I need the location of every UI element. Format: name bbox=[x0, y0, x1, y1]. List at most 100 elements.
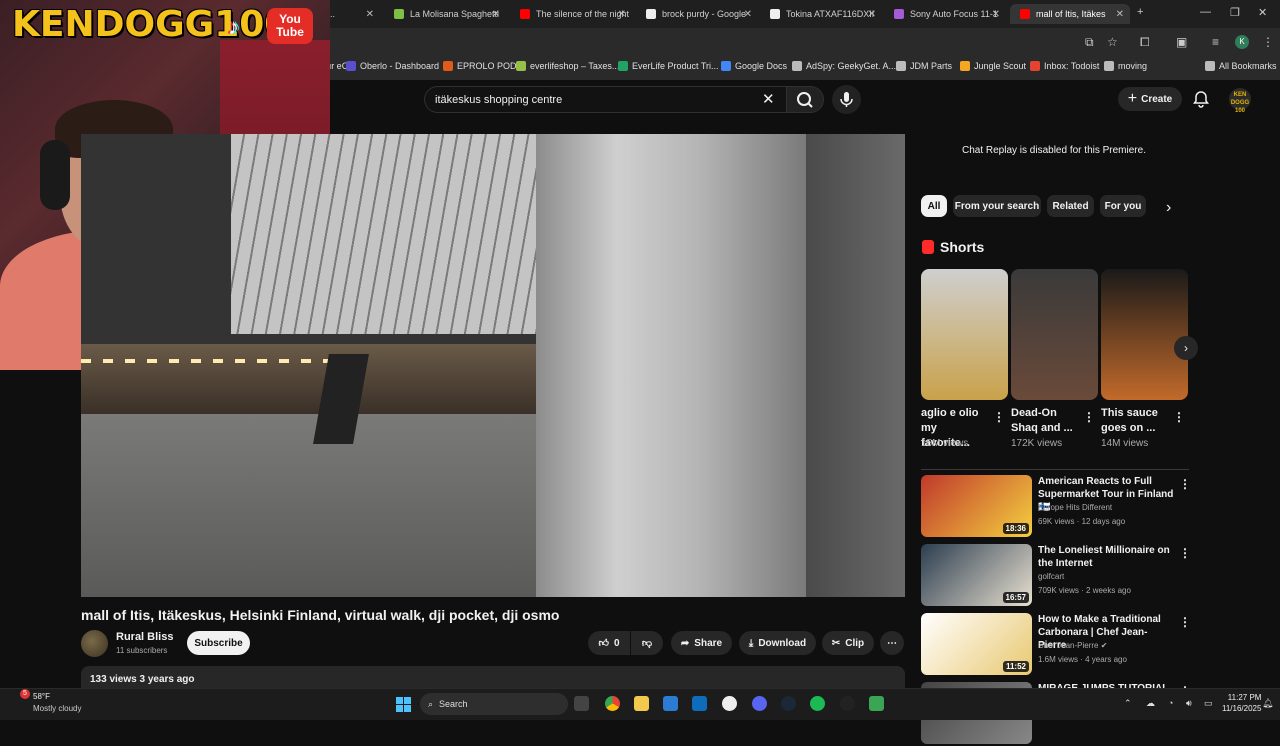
store-icon[interactable] bbox=[663, 696, 678, 711]
more-menu-icon[interactable]: ⋮ bbox=[1262, 35, 1274, 49]
tray-overflow-icon[interactable]: ⌃ bbox=[1124, 698, 1132, 709]
clip-button[interactable]: ✂ Clip bbox=[822, 631, 874, 655]
battery-icon[interactable]: ▭ bbox=[1204, 698, 1213, 709]
filter-chip[interactable]: Related bbox=[1047, 195, 1094, 217]
close-window-icon[interactable]: ✕ bbox=[1258, 6, 1267, 19]
maximize-icon[interactable]: ❐ bbox=[1230, 6, 1240, 19]
recommended-channel[interactable]: Europe Hits Different bbox=[1038, 503, 1112, 512]
recommended-thumbnail[interactable]: 16:57 bbox=[921, 544, 1032, 606]
short-menu-icon[interactable]: ⋮ bbox=[1083, 410, 1095, 424]
browser-tab[interactable]: Sony Auto Focus 11-1 ✕ bbox=[884, 4, 1006, 24]
tab-close-icon[interactable]: ✕ bbox=[618, 9, 626, 20]
app-icon[interactable] bbox=[869, 696, 884, 711]
bookmark-item[interactable]: moving bbox=[1104, 61, 1147, 71]
onedrive-icon[interactable]: ☁ bbox=[1146, 698, 1155, 709]
chips-next-icon[interactable]: › bbox=[1166, 199, 1171, 217]
sidepanel-icon[interactable]: ▣ bbox=[1176, 35, 1187, 49]
recommended-channel[interactable]: Chef Jean-Pierre ✔ bbox=[1038, 641, 1107, 650]
extensions-icon[interactable]: ⧠ bbox=[1140, 35, 1150, 50]
tab-close-icon[interactable]: ✕ bbox=[492, 9, 500, 20]
obs-icon[interactable] bbox=[840, 696, 855, 711]
tab-close-icon[interactable]: ✕ bbox=[366, 9, 374, 20]
steam-icon[interactable] bbox=[781, 696, 796, 711]
bookmark-item[interactable]: Oberlo - Dashboard bbox=[346, 61, 439, 71]
recommended-video[interactable]: 18:36 American Reacts to Full Supermarket… bbox=[921, 475, 1191, 539]
browser-tab[interactable]: La Molisana Spaghetti ✕ bbox=[384, 4, 506, 24]
bookmark-item[interactable]: Inbox: Todoist bbox=[1030, 61, 1099, 71]
bookmark-item[interactable]: everlifeshop – Taxes... bbox=[516, 61, 619, 71]
spotify-icon[interactable] bbox=[810, 696, 825, 711]
new-tab-button[interactable]: + bbox=[1137, 6, 1143, 18]
notifications-icon[interactable]: 🔔︎ bbox=[1262, 698, 1273, 709]
recommended-thumbnail[interactable]: 11:52 bbox=[921, 613, 1032, 675]
star-icon[interactable]: ☆ bbox=[1107, 35, 1118, 49]
search-input[interactable]: itäkeskus shopping centre bbox=[424, 86, 786, 113]
clear-search-icon[interactable]: ✕ bbox=[762, 90, 775, 108]
profile-avatar[interactable]: K bbox=[1235, 35, 1249, 49]
short-menu-icon[interactable]: ⋮ bbox=[1173, 410, 1185, 424]
subscribe-button[interactable]: Subscribe bbox=[187, 631, 250, 655]
short-title[interactable]: Dead-On Shaq and ... bbox=[1011, 406, 1075, 436]
volume-icon[interactable]: 🔊︎ bbox=[1186, 698, 1192, 709]
media-icon[interactable]: ≡ bbox=[1212, 35, 1219, 49]
minimize-icon[interactable]: — bbox=[1200, 6, 1211, 18]
tab-close-icon[interactable]: ✕ bbox=[744, 9, 752, 20]
bookmark-item[interactable]: EverLife Product Tri... bbox=[618, 61, 719, 71]
install-app-icon[interactable]: ⧉ bbox=[1085, 35, 1094, 50]
bookmark-item[interactable]: AdSpy: GeekyGet. A... bbox=[792, 61, 896, 71]
more-vertical-icon[interactable]: ⋮ bbox=[1179, 546, 1191, 560]
bookmark-item[interactable]: All Bookmarks bbox=[1205, 61, 1277, 71]
browser-tab[interactable]: mall of Itis, Itäkes ✕ bbox=[1010, 4, 1130, 24]
browser-tab[interactable]: Tokina ATXAF116DXII ✕ bbox=[760, 4, 882, 24]
discord-icon[interactable] bbox=[752, 696, 767, 711]
more-vertical-icon[interactable]: ⋮ bbox=[1179, 615, 1191, 629]
file-explorer-icon[interactable] bbox=[634, 696, 649, 711]
share-button[interactable]: ➦ Share bbox=[671, 631, 732, 655]
more-actions-button[interactable]: ⋯ bbox=[880, 631, 904, 655]
video-player[interactable] bbox=[81, 134, 905, 597]
notifications-button[interactable] bbox=[1192, 90, 1210, 113]
bookmark-item[interactable]: Jungle Scout bbox=[960, 61, 1026, 71]
wifi-icon[interactable]: ◔ bbox=[1168, 698, 1173, 708]
recommended-video[interactable]: 16:57 The Loneliest Millionaire on the In… bbox=[921, 544, 1191, 608]
outlook-icon[interactable] bbox=[692, 696, 707, 711]
like-button[interactable]: 👍︎ 0 bbox=[588, 631, 630, 655]
channel-avatar[interactable] bbox=[81, 630, 108, 657]
dislike-button[interactable]: 👎︎ bbox=[631, 631, 663, 655]
filter-chip[interactable]: All bbox=[921, 195, 947, 217]
recommended-video[interactable]: 11:52 How to Make a Traditional Carbonara… bbox=[921, 613, 1191, 677]
download-button[interactable]: ⤓ Download bbox=[739, 631, 816, 655]
tab-close-icon[interactable]: ✕ bbox=[1116, 9, 1124, 20]
channel-name[interactable]: Rural Bliss bbox=[116, 631, 173, 643]
task-view-icon[interactable] bbox=[574, 696, 589, 711]
short-thumbnail[interactable] bbox=[921, 269, 1008, 400]
recommended-channel[interactable]: golfcart bbox=[1038, 572, 1064, 581]
windows-start-button[interactable] bbox=[396, 697, 411, 712]
tab-close-icon[interactable]: ✕ bbox=[868, 9, 876, 20]
bookmark-item[interactable]: Google Docs bbox=[721, 61, 787, 71]
chrome-icon[interactable] bbox=[605, 696, 620, 711]
account-avatar[interactable]: KEN DOGG 100 bbox=[1229, 88, 1251, 114]
voice-search-button[interactable] bbox=[832, 85, 861, 114]
chatgpt-icon[interactable] bbox=[722, 696, 737, 711]
create-button[interactable]: + Create bbox=[1118, 87, 1182, 111]
browser-tab[interactable]: The silence of the night ✕ bbox=[510, 4, 632, 24]
short-menu-icon[interactable]: ⋮ bbox=[993, 410, 1005, 424]
taskbar-search[interactable]: ⌕ Search bbox=[420, 693, 568, 715]
recommended-thumbnail[interactable]: 18:36 bbox=[921, 475, 1032, 537]
short-thumbnail[interactable] bbox=[1011, 269, 1098, 400]
weather-icon[interactable]: 5 bbox=[14, 689, 30, 704]
system-clock[interactable]: 11:27 PM 11/16/2025 bbox=[1222, 692, 1261, 714]
search-button[interactable] bbox=[786, 86, 824, 113]
tab-close-icon[interactable]: ✕ bbox=[992, 9, 1000, 20]
browser-tab[interactable]: brock purdy - Google ✕ bbox=[636, 4, 758, 24]
bookmark-item[interactable]: EPROLO POD bbox=[443, 61, 517, 71]
filter-chip[interactable]: From your search bbox=[953, 195, 1041, 217]
short-thumbnail[interactable] bbox=[1101, 269, 1188, 400]
recommended-title[interactable]: The Loneliest Millionaire on the Interne… bbox=[1038, 544, 1174, 570]
short-title[interactable]: This sauce goes on ... bbox=[1101, 406, 1165, 436]
bookmark-item[interactable]: JDM Parts bbox=[896, 61, 952, 71]
filter-chip[interactable]: For you bbox=[1100, 195, 1146, 217]
shorts-next-button[interactable]: › bbox=[1174, 336, 1198, 360]
more-vertical-icon[interactable]: ⋮ bbox=[1179, 477, 1191, 491]
